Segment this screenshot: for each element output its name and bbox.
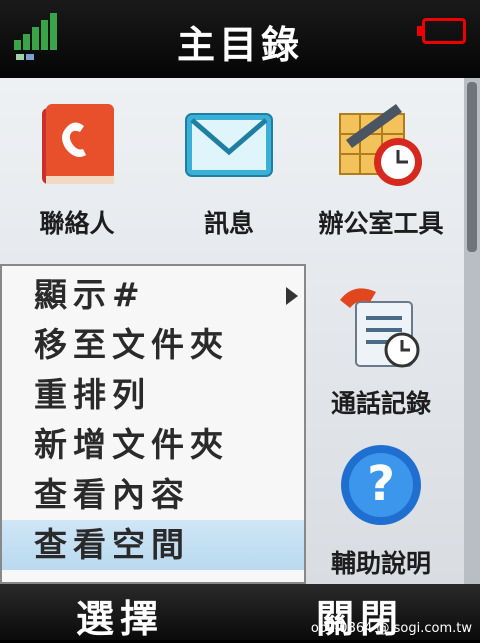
- menu-item-display[interactable]: 顯示#: [2, 270, 304, 320]
- envelope-icon: [185, 113, 273, 177]
- watermark: opk-0864 @ sogi.com.tw: [310, 621, 472, 636]
- menu-item-view-content[interactable]: 查看內容: [2, 470, 304, 520]
- main-menu-label: 通話記錄: [330, 389, 431, 418]
- menu-item-move-to-folder[interactable]: 移至文件夾: [2, 320, 304, 370]
- main-menu-item-call-log[interactable]: 通話記錄: [306, 258, 456, 428]
- select-softkey[interactable]: 選擇: [20, 588, 220, 643]
- office-tools-icon: [339, 104, 422, 186]
- softkey-bar: 選擇 關閉 opk-0864 @ sogi.com.tw: [0, 584, 480, 643]
- main-menu-item-contacts[interactable]: 聯絡人: [2, 78, 152, 248]
- scrollbar[interactable]: [464, 78, 480, 584]
- main-menu-label: 輔助說明: [330, 549, 431, 578]
- phonebook-icon: [42, 104, 114, 184]
- call-log-icon: [340, 288, 420, 368]
- menu-item-view-space[interactable]: 查看空間: [2, 520, 304, 570]
- menu-item-label: 顯示#: [34, 275, 146, 314]
- menu-item-label: 移至文件夾: [34, 325, 229, 364]
- menu-item-label: 查看內容: [34, 475, 190, 514]
- battery-empty-icon: [417, 18, 466, 44]
- main-menu-label: 聯絡人: [39, 209, 115, 238]
- main-menu-item-office-tools[interactable]: 辦公室工具: [306, 78, 456, 248]
- help-icon: ?: [341, 445, 421, 525]
- menu-item-rearrange[interactable]: 重排列: [2, 370, 304, 420]
- main-menu-item-messages[interactable]: 訊息: [154, 78, 304, 248]
- menu-item-label: 新增文件夾: [34, 425, 229, 464]
- option-menu: 顯示# 移至文件夾 重排列 新增文件夾 查看內容 查看空間: [0, 264, 306, 584]
- main-menu-label: 訊息: [203, 209, 254, 238]
- main-menu-label: 辦公室工具: [318, 209, 444, 238]
- page-title: 主目錄: [176, 23, 303, 67]
- submenu-arrow-icon: [286, 287, 298, 305]
- menu-item-label: 查看空間: [34, 525, 190, 564]
- scroll-thumb[interactable]: [467, 82, 477, 252]
- status-bar: 主目錄: [0, 0, 480, 78]
- menu-item-new-folder[interactable]: 新增文件夾: [2, 420, 304, 470]
- main-menu-item-help[interactable]: ? 輔助說明: [306, 418, 456, 588]
- svg-text:?: ?: [367, 456, 395, 512]
- menu-item-label: 重排列: [34, 375, 151, 414]
